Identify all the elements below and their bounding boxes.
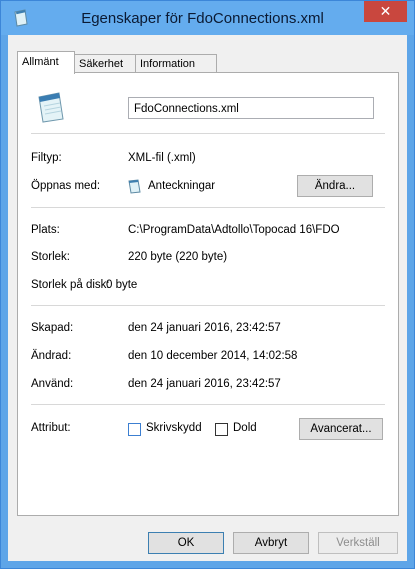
filetype-value: XML-fil (.xml) — [128, 152, 196, 164]
separator — [31, 207, 385, 208]
tab-general[interactable]: Allmänt — [17, 51, 75, 74]
size-label: Storlek: — [31, 251, 70, 263]
dialog-client: Allmänt Säkerhet Information FdoConnecti… — [8, 35, 407, 561]
tab-information-label: Information — [140, 58, 196, 70]
accessed-label: Använd: — [31, 378, 74, 390]
tab-security-label: Säkerhet — [79, 58, 124, 70]
apply-button[interactable]: Verkställ — [318, 532, 398, 554]
size-on-disk-value: 0 byte — [106, 279, 138, 291]
separator — [31, 404, 385, 405]
cancel-button[interactable]: Avbryt — [233, 532, 309, 554]
close-button[interactable]: ✕ — [364, 1, 407, 22]
size-on-disk-label: Storlek på disk: — [31, 279, 110, 291]
separator — [31, 133, 385, 134]
title-bar[interactable]: Egenskaper för FdoConnections.xml ✕ — [1, 1, 414, 35]
hidden-label: Dold — [233, 422, 257, 434]
attributes-label: Attribut: — [31, 422, 71, 434]
location-value: C:\ProgramData\Adtollo\Topocad 16\FDO — [128, 224, 340, 236]
notepad-file-icon — [38, 92, 64, 123]
readonly-label: Skrivskydd — [146, 422, 202, 434]
accessed-value: den 24 januari 2016, 23:42:57 — [128, 378, 281, 390]
tab-information[interactable]: Information — [135, 54, 217, 73]
created-label: Skapad: — [31, 322, 74, 334]
created-value: den 24 januari 2016, 23:42:57 — [128, 322, 281, 334]
advanced-button[interactable]: Avancerat... — [299, 418, 383, 440]
opens-with-label: Öppnas med: — [31, 180, 101, 192]
filename-field[interactable]: FdoConnections.xml — [128, 97, 374, 119]
tab-security[interactable]: Säkerhet — [74, 54, 136, 73]
separator — [31, 305, 385, 306]
window-title: Egenskaper för FdoConnections.xml — [81, 10, 324, 27]
hidden-checkbox[interactable] — [215, 423, 228, 436]
change-button[interactable]: Ändra... — [297, 175, 373, 197]
general-tab-panel: FdoConnections.xml Filtyp: XML-fil (.xml… — [17, 72, 399, 516]
tab-general-label: Allmänt — [22, 56, 59, 68]
size-value: 220 byte (220 byte) — [128, 251, 228, 263]
opens-with-value: Anteckningar — [148, 180, 216, 192]
readonly-checkbox[interactable] — [128, 423, 141, 436]
notepad-icon — [128, 179, 141, 194]
modified-value: den 10 december 2014, 14:02:58 — [128, 350, 298, 362]
ok-button[interactable]: OK — [148, 532, 224, 554]
filetype-label: Filtyp: — [31, 152, 62, 164]
location-label: Plats: — [31, 224, 60, 236]
close-icon: ✕ — [379, 3, 392, 19]
properties-window: Egenskaper för FdoConnections.xml ✕ Allm… — [0, 0, 415, 569]
modified-label: Ändrad: — [31, 350, 72, 362]
